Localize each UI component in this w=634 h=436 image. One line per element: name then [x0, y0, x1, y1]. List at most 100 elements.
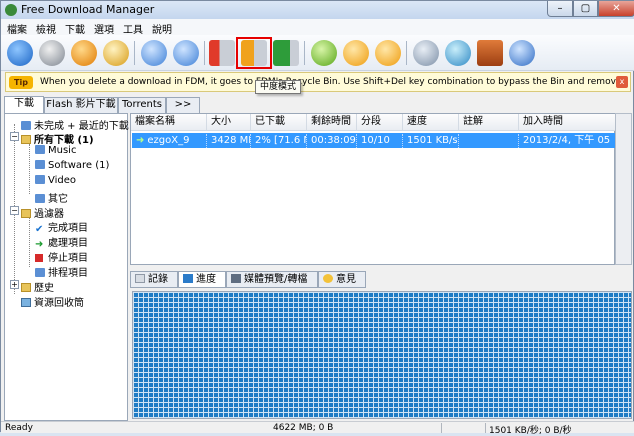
cell-comment — [459, 134, 519, 148]
tab-label: 記錄 — [148, 274, 168, 285]
cell-size: 3428 MB — [207, 134, 251, 148]
tab-label: 媒體預覽/轉檔 — [244, 274, 308, 285]
low-speed-icon[interactable] — [209, 40, 235, 66]
cell-speed: 1501 KB/s — [403, 134, 459, 148]
status-bar: Ready 4622 MB; 0 B 1501 KB/秒; 0 B/秒 — [1, 421, 634, 436]
maximize-button[interactable]: ▢ — [573, 1, 598, 17]
tree-item-recycle-bin[interactable]: 資源回收筒 — [21, 294, 84, 309]
tree-item-video[interactable]: Video — [35, 175, 76, 186]
tab-log[interactable]: 記錄 — [130, 271, 178, 288]
tree-item-label: Video — [48, 175, 77, 186]
menu-tools[interactable]: 工具 — [123, 21, 143, 36]
menu-help[interactable]: 說明 — [152, 21, 172, 36]
music-icon — [35, 145, 45, 154]
tree-item-label: 停止項目 — [48, 253, 88, 264]
add-download-icon[interactable] — [7, 40, 33, 66]
toolbar-separator — [204, 41, 205, 65]
tree-item-filters[interactable]: 過濾器 — [21, 205, 64, 220]
list-scrollbar[interactable] — [615, 113, 632, 265]
tree-item-stopped[interactable]: 停止項目 — [35, 249, 88, 264]
column-header-downloaded[interactable]: 已下載 — [251, 114, 307, 131]
stop-square-icon — [35, 254, 43, 262]
tab-downloads[interactable]: 下載 — [4, 96, 44, 113]
left-tabs: 下載 Flash 影片下載 Torrents >> — [4, 96, 202, 113]
download-icon — [21, 121, 31, 130]
help-icon[interactable] — [509, 40, 535, 66]
bookmarks-books-icon[interactable] — [477, 40, 503, 66]
menu-options[interactable]: 選項 — [94, 21, 114, 36]
start-icon[interactable] — [39, 40, 65, 66]
column-header-sections[interactable]: 分段 — [357, 114, 403, 131]
tab-flash-video[interactable]: Flash 影片下載 — [44, 97, 118, 113]
tree-item-label: Music — [48, 145, 77, 156]
menu-view[interactable]: 檢視 — [36, 21, 56, 36]
download-list: 檔案名稱 大小 已下載 剩餘時間 分段 速度 註解 加入時間 ➜ ezgoX_9 … — [130, 113, 616, 265]
column-header-added[interactable]: 加入時間 — [519, 114, 616, 131]
refresh-icon[interactable] — [311, 40, 337, 66]
column-header-name[interactable]: 檔案名稱 — [131, 114, 207, 131]
tree-item-all-downloads[interactable]: 所有下載 (1) — [21, 131, 94, 146]
tree-item-incomplete[interactable]: 未完成 + 最近的下載 — [21, 117, 129, 132]
high-speed-icon[interactable] — [273, 40, 299, 66]
stop-icon[interactable] — [71, 40, 97, 66]
tip-close-icon[interactable]: x — [616, 76, 628, 88]
other-icon — [35, 194, 45, 203]
collapse-icon[interactable]: − — [10, 206, 19, 215]
scheduler-clock-icon[interactable] — [103, 40, 129, 66]
tab-media-preview[interactable]: 媒體預覽/轉檔 — [226, 271, 318, 288]
column-header-speed[interactable]: 速度 — [403, 114, 459, 131]
tip-text: When you delete a download in FDM, it go… — [40, 77, 618, 87]
tree-item-completed[interactable]: ✔ 完成項目 — [35, 219, 88, 235]
move-down-icon[interactable] — [173, 40, 199, 66]
folder-icon — [21, 283, 31, 292]
skins-globe-icon[interactable] — [445, 40, 471, 66]
main-window: Free Download Manager – ▢ ✕ 檔案 檢視 下載 選項 … — [0, 0, 634, 436]
folder-icon — [21, 135, 31, 144]
table-row[interactable]: ➜ezgoX_9 3428 MB 2% [71.6 MB] 00:38:09 1… — [132, 133, 615, 148]
menu-download[interactable]: 下載 — [65, 21, 85, 36]
tree-item-label: Software (1) — [48, 160, 110, 171]
collapse-icon[interactable]: − — [10, 132, 19, 141]
cell-remaining: 00:38:09 — [307, 134, 357, 148]
toolbar-separator — [304, 41, 305, 65]
tree-item-music[interactable]: Music — [35, 145, 76, 156]
tree-item-software[interactable]: Software (1) — [35, 160, 109, 171]
column-header-size[interactable]: 大小 — [207, 114, 251, 131]
window-title: Free Download Manager — [21, 3, 155, 16]
checkmark-icon: ✔ — [35, 224, 44, 235]
cell-downloaded: 2% [71.6 MB] — [251, 134, 307, 148]
log-icon — [135, 274, 145, 283]
tab-label: 意見 — [336, 274, 356, 285]
fdm-logo-icon — [5, 4, 17, 16]
tab-more[interactable]: >> — [166, 97, 200, 113]
settings-gear-icon[interactable] — [413, 40, 439, 66]
move-up-icon[interactable] — [141, 40, 167, 66]
title-bar[interactable]: Free Download Manager – ▢ ✕ — [1, 1, 634, 19]
section-progress-map — [132, 291, 632, 419]
column-header-remaining[interactable]: 剩餘時間 — [307, 114, 357, 131]
menu-file[interactable]: 檔案 — [7, 21, 27, 36]
toolbar-separator — [134, 41, 135, 65]
tree-item-label: 完成項目 — [48, 223, 88, 234]
film-icon — [231, 274, 241, 283]
expand-icon[interactable]: + — [10, 280, 19, 289]
tree-item-scheduled[interactable]: 排程項目 — [35, 264, 88, 279]
cell-sections: 10/10 — [357, 134, 403, 148]
schedule-loop-icon[interactable] — [343, 40, 369, 66]
video-icon — [35, 175, 45, 184]
minimize-button[interactable]: – — [547, 1, 573, 17]
arrow-right-icon: ➜ — [35, 239, 44, 250]
tab-progress[interactable]: 進度 — [178, 271, 226, 288]
tooltip: 中度模式 — [255, 80, 301, 94]
menu-bar: 檔案 檢視 下載 選項 工具 說明 — [1, 19, 634, 36]
pause-all-icon[interactable] — [375, 40, 401, 66]
tab-opinions[interactable]: 意見 — [318, 271, 366, 288]
tree-item-history[interactable]: 歷史 — [21, 279, 54, 294]
tree-item-other[interactable]: 其它 — [35, 190, 68, 205]
column-header-comment[interactable]: 註解 — [459, 114, 519, 131]
close-button[interactable]: ✕ — [598, 1, 634, 17]
tree-line — [29, 144, 30, 194]
tree-item-label: 處理項目 — [48, 238, 88, 249]
tab-torrents[interactable]: Torrents — [118, 97, 166, 113]
tree-item-processing[interactable]: ➜ 處理項目 — [35, 234, 88, 250]
